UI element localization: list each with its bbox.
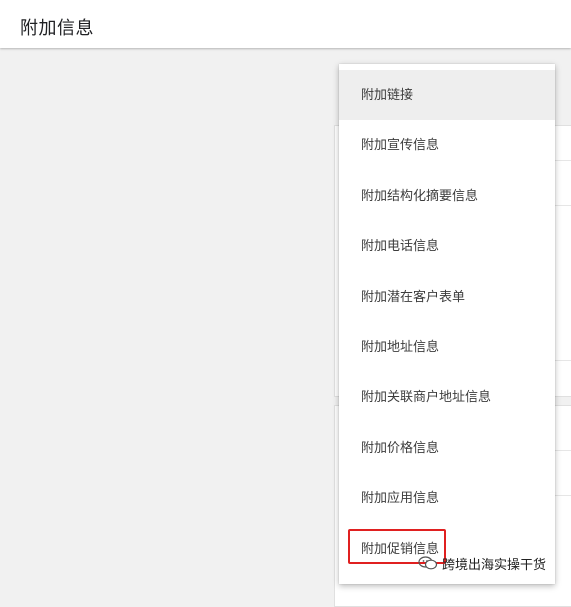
menu-item-location[interactable]: 附加地址信息 [339, 322, 555, 372]
divider [555, 495, 571, 496]
watermark-text: 跨境出海实操干货 [442, 556, 547, 572]
divider [555, 360, 571, 361]
watermark: 跨境出海实操干货 [418, 553, 546, 573]
menu-item-call[interactable]: 附加电话信息 [339, 221, 555, 271]
page-header: 附加信息 [0, 0, 571, 48]
menu-item-affiliate-location[interactable]: 附加关联商户地址信息 [339, 372, 555, 422]
background-panel [555, 540, 571, 589]
menu-item-price[interactable]: 附加价格信息 [339, 423, 555, 473]
wechat-icon [418, 556, 438, 570]
menu-item-callout[interactable]: 附加宣传信息 [339, 120, 555, 170]
menu-item-app[interactable]: 附加应用信息 [339, 473, 555, 523]
extension-type-menu: 附加链接 附加宣传信息 附加结构化摘要信息 附加电话信息 附加潜在客户表单 附加… [339, 64, 555, 584]
menu-item-lead-form[interactable]: 附加潜在客户表单 [339, 272, 555, 322]
page-title: 附加信息 [20, 18, 94, 38]
divider [555, 160, 571, 161]
divider [555, 450, 571, 451]
divider [555, 205, 571, 206]
menu-item-structured-snippet[interactable]: 附加结构化摘要信息 [339, 171, 555, 221]
menu-item-sitelink[interactable]: 附加链接 [339, 70, 555, 121]
